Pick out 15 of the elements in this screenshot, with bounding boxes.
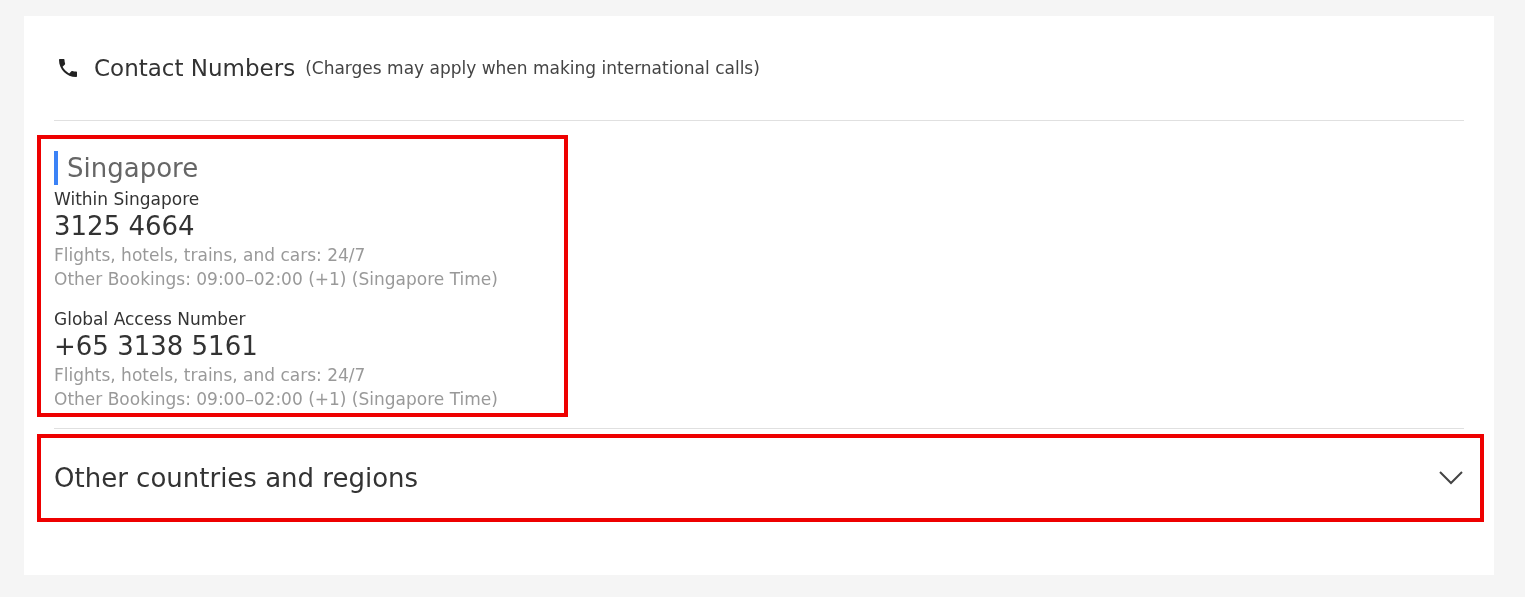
section-title: Contact Numbers <box>94 55 296 81</box>
hours-text: Other Bookings: 09:00–02:00 (+1) (Singapore Time) <box>54 268 499 291</box>
region-heading: Singapore <box>54 151 534 185</box>
hours-text: Flights, hotels, trains, and cars: 24/7 <box>54 364 367 387</box>
accordion-title: Other countries and regions <box>54 463 419 493</box>
phone-icon <box>56 56 80 80</box>
hours-text: Other Bookings: 09:00–02:00 (+1) (Singapore Time) <box>54 388 499 411</box>
phone-number: 3125 4664 <box>54 210 196 243</box>
phone-number: +65 3138 5161 <box>54 330 259 363</box>
number-label: Global Access Number <box>54 309 247 329</box>
charges-note: (Charges may apply when making international calls) <box>305 58 760 78</box>
chevron-icon <box>1439 471 1463 485</box>
number-label: Within Singapore <box>54 189 201 209</box>
accordion-header[interactable]: Other countries and regions <box>37 434 1484 522</box>
hours-text: Flights, hotels, trains, and cars: 24/7 <box>54 244 367 267</box>
